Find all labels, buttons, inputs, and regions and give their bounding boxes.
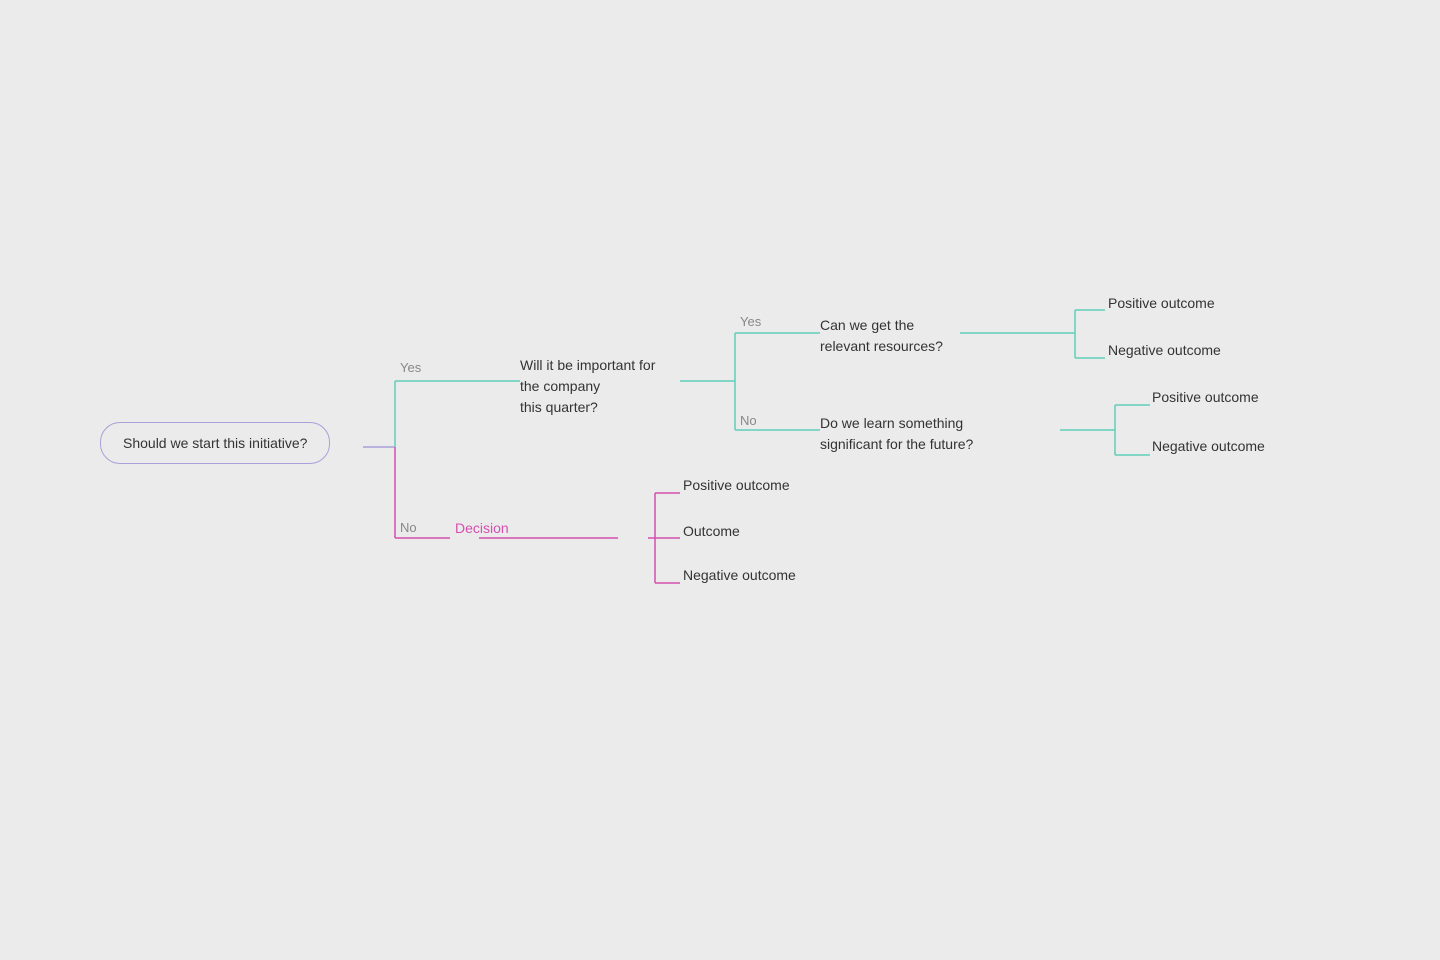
can-we-node: Can we get the relevant resources? xyxy=(820,315,943,357)
decision-node: Decision xyxy=(455,520,509,536)
outcome-do-we-neg: Negative outcome xyxy=(1152,438,1265,454)
yes-branch-label: Yes xyxy=(400,360,421,375)
no2-branch-label: No xyxy=(740,413,757,428)
no-branch-label: No xyxy=(400,520,417,535)
outcome-can-yes-pos: Positive outcome xyxy=(1108,295,1215,311)
will-it-node: Will it be important for the company thi… xyxy=(520,355,655,418)
yes2-branch-label: Yes xyxy=(740,314,761,329)
root-node: Should we start this initiative? xyxy=(100,422,330,464)
outcome-no-pos: Positive outcome xyxy=(683,477,790,493)
outcome-do-we-pos: Positive outcome xyxy=(1152,389,1259,405)
outcome-can-yes-neg: Negative outcome xyxy=(1108,342,1221,358)
outcome-no-neg: Negative outcome xyxy=(683,567,796,583)
outcome-no-out: Outcome xyxy=(683,523,740,539)
do-we-node: Do we learn something significant for th… xyxy=(820,413,973,455)
